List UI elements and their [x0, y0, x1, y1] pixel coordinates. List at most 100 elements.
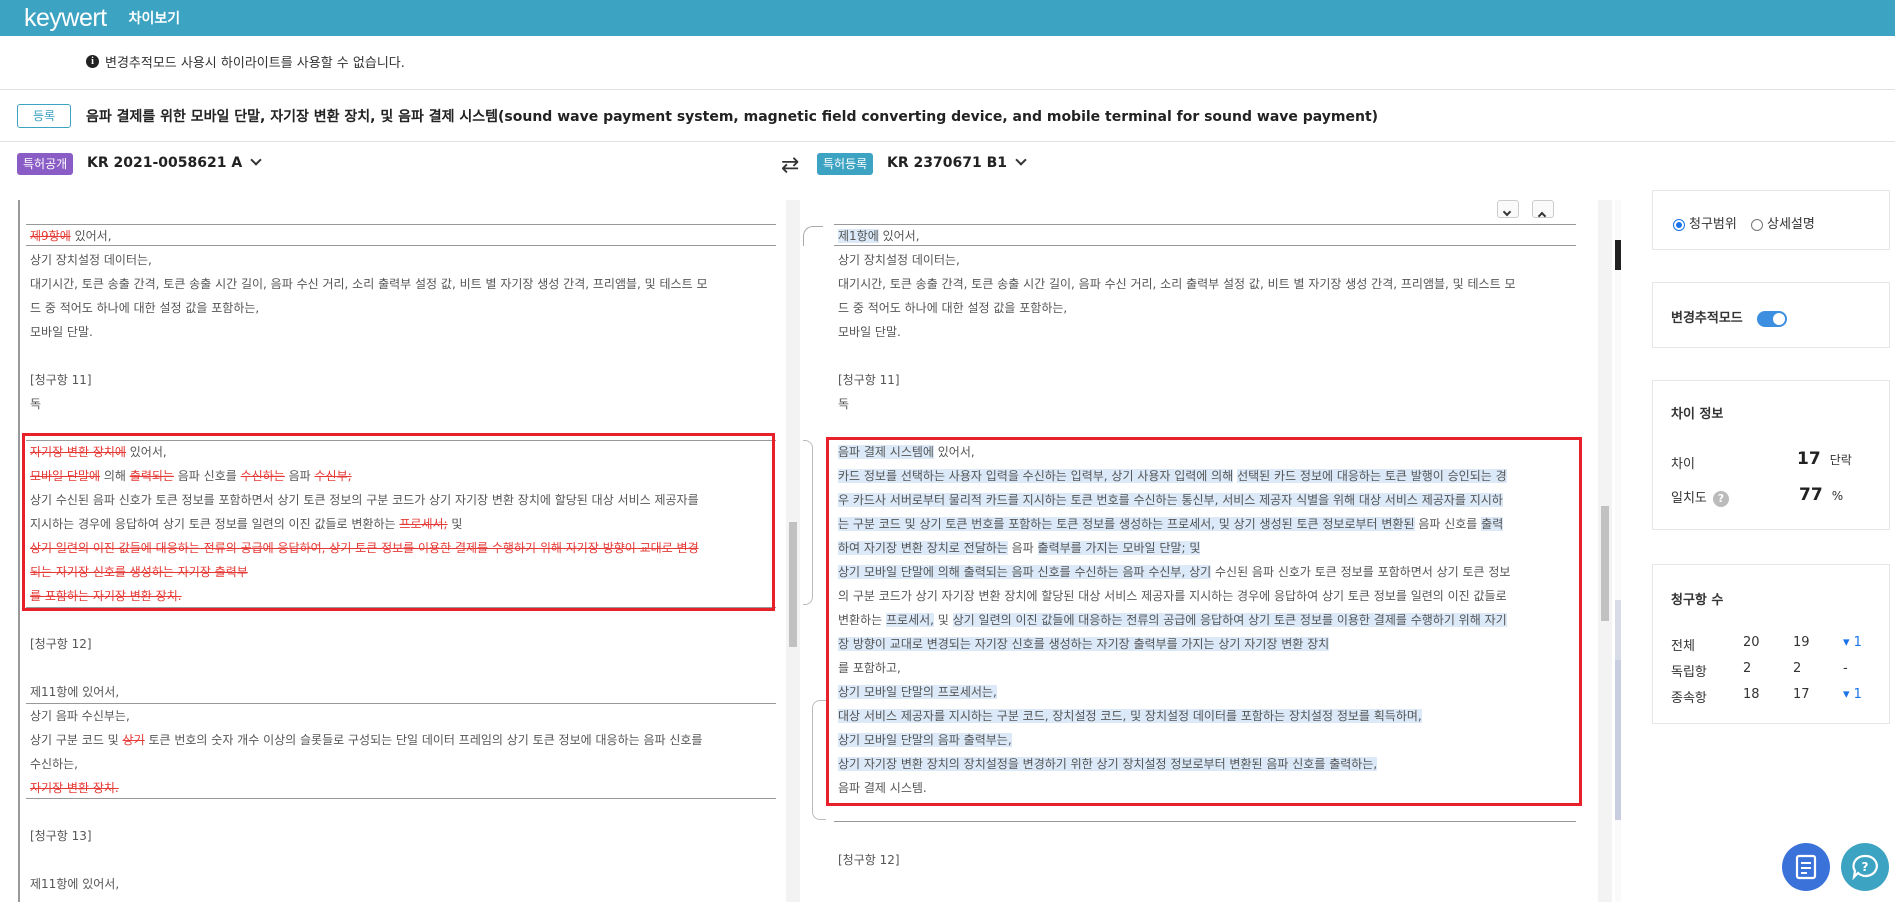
text-line: 지시하는 경우에 응답하여 상기 토큰 정보를 일련의 이진 값들로 변환하는 …: [30, 517, 463, 531]
right-scrollbar-thumb[interactable]: [1601, 506, 1609, 621]
text-line: 드 중 적어도 하나에 대한 설정 값을 포함하는,: [30, 301, 260, 315]
connector: [812, 700, 826, 820]
diff-unit: 단락: [1829, 453, 1852, 467]
text-line: 대기시간, 토큰 송출 간격, 토큰 송출 시간 길이, 음파 수신 거리, 소…: [30, 277, 708, 291]
diff-value-row: 17 단락: [1797, 449, 1852, 469]
left-document-pane[interactable]: 제9항에 있어서, 상기 장치설정 데이터는, 대기시간, 토큰 송출 간격, …: [18, 200, 780, 902]
text-line: 하여 자기장 변환 장치로 전달하는 음파 출력부를 가지는 모바일 단말; 및: [838, 541, 1201, 555]
text-line: 상기 음파 수신부는,: [30, 709, 130, 723]
text-line: 자기장 변환 장치.: [30, 781, 119, 795]
text-line: 상기 장치설정 데이터는,: [838, 253, 960, 267]
help-icon[interactable]: ?: [1712, 490, 1729, 507]
paragraph-bracket: [834, 821, 1576, 822]
text-line: 음파 결제 시스템에 있어서,: [838, 445, 975, 459]
match-value-row: 77 %: [1799, 485, 1843, 505]
text-line: 자기장 변환 장치에 있어서,: [30, 445, 167, 459]
document-title: 음파 결제를 위한 모바일 단말, 자기장 변환 장치, 및 음파 결제 시스템…: [86, 109, 1379, 125]
claims-count-b: 17: [1793, 687, 1810, 702]
claims-count-a: 20: [1743, 635, 1760, 650]
claims-row-label: 전체: [1671, 639, 1695, 654]
notice-text: 변경추적모드 사용시 하이라이트를 사용할 수 없습니다.: [105, 56, 405, 71]
text-line: 되는 자기장 신호를 생성하는 자기장 출력부: [30, 565, 248, 579]
text-line: 제11항에 있어서,: [30, 685, 120, 699]
diff-info-card: 차이 정보 차이 17 단락 일치도? 77 %: [1652, 380, 1890, 530]
paragraph-bracket: [26, 703, 776, 799]
scope-claims-radio[interactable]: 청구범위: [1673, 217, 1737, 232]
help-chat-button[interactable]: ?: [1841, 843, 1889, 891]
text-line: 음파 결제 시스템.: [838, 781, 927, 795]
claims-count-card: 청구항 수 전체 20 19 ▾ 1 독립항 2 2 - 종속항 18 17 ▾ 1: [1652, 564, 1890, 724]
track-mode-row: 변경추적모드: [1671, 307, 1788, 327]
claims-row: 전체 20 19 ▾ 1: [1671, 635, 1871, 655]
claims-count-delta: ▾ 1: [1843, 687, 1862, 702]
memo-button[interactable]: [1782, 843, 1830, 891]
svg-text:?: ?: [1862, 860, 1869, 874]
text-line: 상기 장치설정 데이터는,: [30, 253, 152, 267]
register-button[interactable]: 등록: [17, 104, 71, 128]
text-line: 상기 모바일 단말에 의해 출력되는 음파 신호를 수신하는 음파 수신부, 상…: [838, 565, 1511, 579]
scope-options: 청구범위 상세설명: [1673, 213, 1815, 232]
match-unit: %: [1831, 489, 1844, 503]
diff-minimap[interactable]: [1615, 200, 1621, 902]
registration-badge: 특허등록: [817, 153, 874, 175]
text-line: 독: [838, 397, 850, 411]
radio-icon: [1750, 218, 1763, 231]
text-line: 를 포함하는 자기장 변환 장치.: [30, 589, 182, 603]
right-doc-number: KR 2370671 B1: [887, 155, 1007, 171]
text-line: [청구항 13]: [30, 829, 92, 843]
help-chat-icon: ?: [1852, 854, 1878, 881]
app-title: 차이보기: [128, 11, 181, 27]
text-line: 수신하는,: [30, 757, 78, 771]
swap-icon[interactable]: ⇄: [781, 153, 799, 178]
text-line: [청구항 12]: [838, 853, 900, 867]
claims-count-b: 19: [1793, 635, 1810, 650]
text-line: 상기 자기장 변환 장치의 장치설정을 변경하기 위한 상기 장치설정 정보로부…: [838, 757, 1378, 771]
info-icon: i: [86, 55, 99, 68]
claims-count-delta: ▾ 1: [1843, 635, 1862, 650]
claims-row: 종속항 18 17 ▾ 1: [1671, 687, 1871, 707]
track-mode-toggle[interactable]: [1757, 310, 1788, 327]
text-line: 대상 서비스 제공자를 지시하는 구분 코드, 장치설정 코드, 및 장치설정 …: [838, 709, 1422, 723]
track-mode-card: 변경추적모드: [1652, 282, 1890, 348]
left-doc-selector[interactable]: KR 2021-0058621 A: [87, 154, 262, 171]
text-line: 제1항에 있어서,: [838, 229, 920, 243]
right-doc-selector[interactable]: KR 2370671 B1: [887, 154, 1027, 171]
right-document-pane[interactable]: 제1항에 있어서, 상기 장치설정 데이터는, 대기시간, 토큰 송출 간격, …: [826, 200, 1584, 902]
pane-edge: [18, 200, 20, 902]
text-line: 변환하는 프로세서, 및 상기 일련의 이진 값들에 대응하는 전류의 공급에 …: [838, 613, 1507, 627]
claims-count-delta: -: [1843, 661, 1848, 676]
claims-row-label: 종속항: [1671, 691, 1707, 706]
claims-count-b: 2: [1793, 661, 1802, 676]
paragraph-bracket: [834, 224, 1576, 246]
text-line: 제9항에 있어서,: [30, 229, 112, 243]
keywert-logo[interactable]: keywert: [24, 4, 107, 33]
paragraph-bracket: [26, 224, 776, 246]
text-line: 상기 일련의 이진 값들에 대응하는 전류의 공급에 응답하여, 상기 토큰 정…: [30, 541, 699, 555]
scope-detail-radio[interactable]: 상세설명: [1750, 217, 1815, 232]
diff-info-title: 차이 정보: [1671, 407, 1724, 422]
text-line: 상기 모바일 단말의 프로세서는,: [838, 685, 997, 699]
claims-count-a: 2: [1743, 661, 1752, 676]
text-line: 상기 수신된 음파 신호가 토큰 정보를 포함하면서 상기 토큰 정보의 구분 …: [30, 493, 699, 507]
top-bar: keywert 차이보기: [0, 0, 1895, 36]
text-line: 독: [30, 397, 42, 411]
claims-count-a: 18: [1743, 687, 1760, 702]
divider: [0, 141, 1895, 142]
text-line: 상기 구분 코드 및 상기 토큰 번호의 숫자 개수 이상의 슬롯들로 구성되는…: [30, 733, 703, 747]
left-scrollbar-thumb[interactable]: [789, 522, 797, 647]
text-line: 우 카드사 서버로부터 물리적 카드를 지시하는 토큰 번호를 수신하는 통신부…: [838, 493, 1503, 507]
text-line: [청구항 11]: [838, 373, 900, 387]
left-doc-number: KR 2021-0058621 A: [87, 155, 243, 171]
diff-value: 17: [1797, 449, 1821, 469]
text-line: 카드 정보를 선택하는 사용자 입력을 수신하는 입력부, 상기 사용자 입력에…: [838, 469, 1507, 483]
tracking-notice: i 변경추적모드 사용시 하이라이트를 사용할 수 없습니다.: [86, 52, 405, 71]
connector: [803, 440, 813, 605]
memo-icon: [1795, 854, 1817, 880]
track-mode-label: 변경추적모드: [1671, 311, 1743, 326]
diff-label: 차이: [1671, 457, 1695, 472]
divider: [0, 89, 1895, 90]
claims-row-label: 독립항: [1671, 665, 1707, 680]
text-line: 제11항에 있어서,: [30, 877, 120, 891]
radio-selected-icon: [1673, 218, 1685, 231]
text-line: 장 방향이 교대로 변경되는 자기장 신호를 생성하는 자기장 출력부를 가지는…: [838, 637, 1330, 651]
